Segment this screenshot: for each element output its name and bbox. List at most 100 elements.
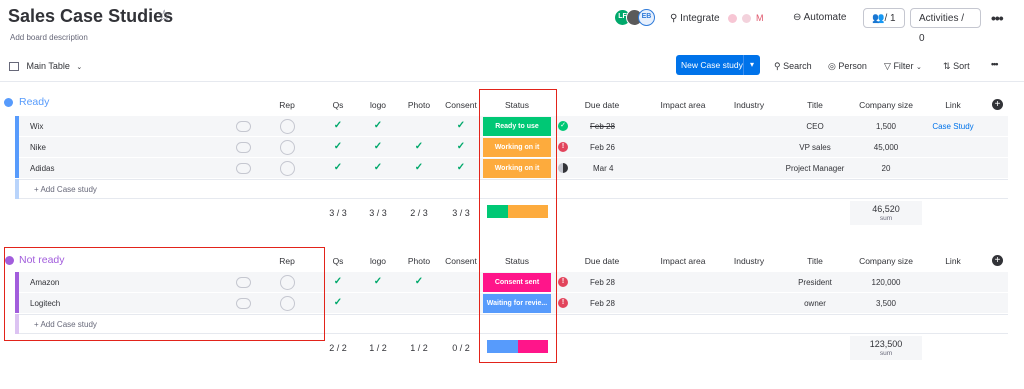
check-icon[interactable]: ✓: [440, 141, 482, 152]
integrate-button[interactable]: ⚲ Integrate M: [670, 8, 763, 28]
summary-logo: 1 / 2: [369, 343, 387, 353]
summary-consent: 0 / 2: [452, 343, 470, 353]
integration-app-icon: [742, 13, 752, 23]
overdue-alert-icon: !: [558, 277, 568, 287]
collapse-group-icon[interactable]: [4, 98, 13, 107]
check-icon[interactable]: ✓: [398, 141, 440, 152]
column-header-consent[interactable]: Consent: [440, 256, 482, 266]
title-cell[interactable]: President: [780, 278, 850, 287]
time-remaining-icon: [558, 163, 568, 173]
column-header-impact-area[interactable]: Impact area: [648, 100, 718, 110]
title-cell[interactable]: CEO: [780, 122, 850, 131]
check-icon[interactable]: ✓: [398, 162, 440, 173]
overdue-alert-icon: !: [558, 298, 568, 308]
column-header-link[interactable]: Link: [922, 256, 984, 266]
board-title[interactable]: Sales Case Studies: [8, 6, 173, 27]
comment-icon[interactable]: [236, 121, 251, 132]
status-column-highlight: [479, 89, 557, 363]
group-color-bar: [15, 179, 19, 199]
check-icon[interactable]: ✓: [318, 162, 358, 173]
add-column-icon[interactable]: +: [992, 255, 1003, 266]
person-icon[interactable]: [280, 161, 295, 176]
column-header-photo[interactable]: Photo: [398, 100, 440, 110]
more-options-icon[interactable]: •••: [991, 56, 999, 73]
column-header-title[interactable]: Title: [780, 256, 850, 266]
due-date[interactable]: Feb 28: [590, 299, 615, 308]
invite-members-button[interactable]: 👥/ 1: [863, 8, 905, 28]
column-header-logo[interactable]: logo: [358, 256, 398, 266]
column-header-link[interactable]: Link: [922, 100, 984, 110]
new-case-study-button[interactable]: New Case study ▾: [676, 55, 760, 75]
summary-qs: 3 / 3: [329, 208, 347, 218]
column-header-impact-area[interactable]: Impact area: [648, 256, 718, 266]
not-ready-group-highlight: [4, 247, 325, 341]
comment-icon[interactable]: [236, 142, 251, 153]
company-size-cell[interactable]: 3,500: [850, 299, 922, 308]
comment-icon[interactable]: [236, 163, 251, 174]
item-name[interactable]: Adidas: [30, 164, 54, 173]
summary-consent: 3 / 3: [452, 208, 470, 218]
column-header-company-size[interactable]: Company size: [850, 100, 922, 110]
column-header-industry[interactable]: Industry: [718, 100, 780, 110]
table-icon: [9, 62, 19, 72]
title-cell[interactable]: VP sales: [780, 143, 850, 152]
check-icon[interactable]: ✓: [358, 141, 398, 152]
summary-logo: 3 / 3: [369, 208, 387, 218]
title-cell[interactable]: owner: [780, 299, 850, 308]
check-icon[interactable]: ✓: [358, 162, 398, 173]
check-icon[interactable]: ✓: [318, 141, 358, 152]
search-icon: ⚲: [774, 61, 781, 71]
column-header-rep[interactable]: Rep: [263, 100, 311, 110]
item-name[interactable]: Nike: [30, 143, 46, 152]
board-members-avatars[interactable]: LF EB: [614, 9, 658, 26]
due-date[interactable]: Feb 28: [590, 278, 615, 287]
column-header-photo[interactable]: Photo: [398, 256, 440, 266]
due-date[interactable]: Feb 26: [590, 143, 615, 152]
toolbar-divider: [0, 81, 1024, 82]
search-button[interactable]: ⚲ Search: [774, 58, 812, 75]
column-header-due-date[interactable]: Due date: [556, 256, 648, 266]
automate-button[interactable]: ⊖ Automate: [793, 8, 846, 28]
filter-icon: ▽: [884, 61, 891, 71]
sum-label: sum: [879, 350, 893, 357]
group-title[interactable]: Ready: [19, 96, 49, 108]
column-header-industry[interactable]: Industry: [718, 256, 780, 266]
star-icon[interactable]: ☆: [157, 8, 171, 26]
check-icon[interactable]: ✓: [440, 120, 482, 131]
check-icon[interactable]: ✓: [318, 120, 358, 131]
company-size-cell[interactable]: 45,000: [850, 143, 922, 152]
person-icon[interactable]: [280, 119, 295, 134]
case-study-link[interactable]: Case Study: [922, 122, 984, 131]
item-name[interactable]: Wix: [30, 122, 43, 131]
column-header-title[interactable]: Title: [780, 100, 850, 110]
title-cell[interactable]: Project Manager: [780, 164, 850, 173]
due-date[interactable]: Mar 4: [593, 164, 613, 173]
more-options-icon[interactable]: •••: [991, 8, 1004, 28]
activities-button[interactable]: Activities / 0: [910, 8, 981, 44]
column-header-due-date[interactable]: Due date: [556, 100, 648, 110]
company-size-cell[interactable]: 20: [850, 164, 922, 173]
add-item-input[interactable]: + Add Case study: [34, 185, 97, 194]
company-size-cell[interactable]: 1,500: [850, 122, 922, 131]
filter-button[interactable]: ▽ Filter ⌄: [884, 58, 922, 75]
person-filter-button[interactable]: ◎ Person: [828, 58, 867, 75]
add-column-icon[interactable]: +: [992, 99, 1003, 110]
column-header-qs[interactable]: Qs: [318, 100, 358, 110]
sum-label: sum: [879, 215, 893, 222]
check-icon[interactable]: ✓: [440, 162, 482, 173]
column-header-consent[interactable]: Consent: [440, 100, 482, 110]
board-description[interactable]: Add board description: [10, 33, 88, 42]
check-icon[interactable]: ✓: [358, 120, 398, 131]
company-size-sum: 46,520: [872, 204, 900, 214]
chevron-down-icon[interactable]: ▾: [743, 55, 760, 75]
company-size-cell[interactable]: 120,000: [850, 278, 922, 287]
person-icon[interactable]: [280, 140, 295, 155]
column-header-company-size[interactable]: Company size: [850, 256, 922, 266]
overdue-alert-icon: !: [558, 142, 568, 152]
check-icon[interactable]: ✓: [398, 276, 440, 287]
column-header-logo[interactable]: logo: [358, 100, 398, 110]
main-table-view-tab[interactable]: Main Table ⌄: [9, 58, 82, 75]
due-date[interactable]: Feb 28: [590, 122, 615, 131]
check-icon[interactable]: ✓: [358, 276, 398, 287]
sort-button[interactable]: ⇅ Sort: [943, 58, 970, 75]
